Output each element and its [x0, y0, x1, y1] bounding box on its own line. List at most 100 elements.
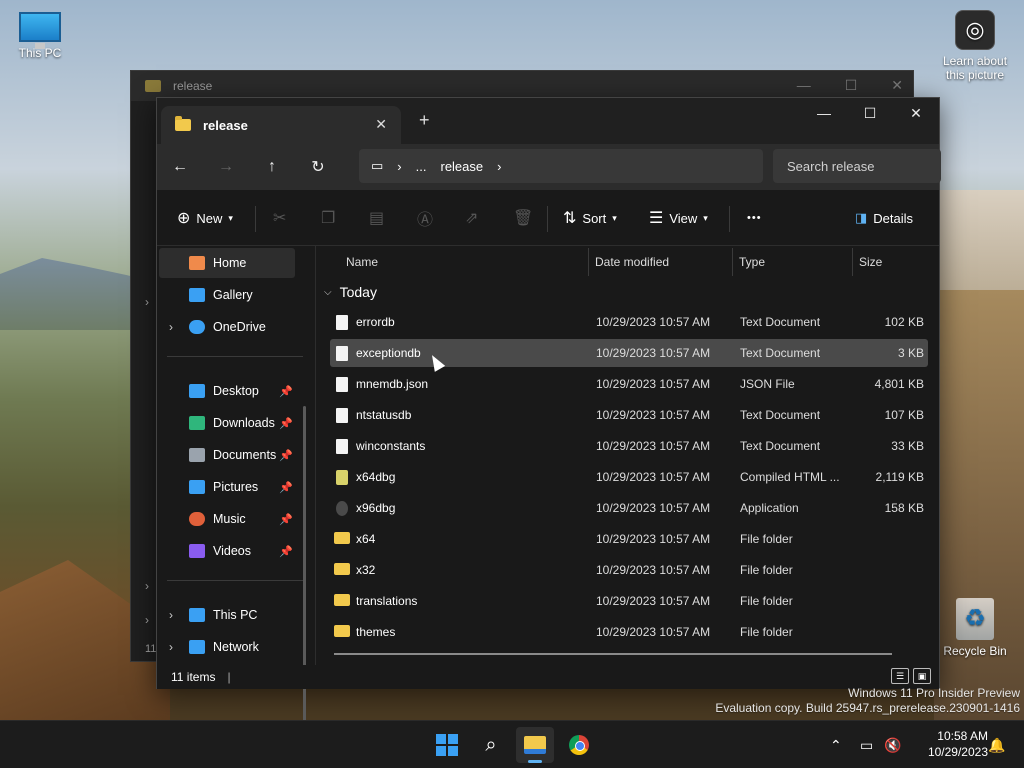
file-row[interactable]: x64dbg 10/29/2023 10:57 AM Compiled HTML .…	[330, 463, 928, 491]
back-button[interactable]: ←	[157, 158, 203, 176]
details-view-button[interactable]: ☰	[891, 668, 909, 684]
maximize-icon: ☐	[844, 77, 858, 93]
new-tab-button[interactable]: +	[419, 110, 430, 131]
sort-button[interactable]: ⇅ Sort ▾	[563, 190, 617, 246]
details-label: Details	[873, 210, 914, 226]
desktop-icon-label: Recycle Bin	[943, 644, 1007, 658]
sidebar-item-music[interactable]: Music 📌	[159, 504, 295, 534]
file-row[interactable]: x96dbg 10/29/2023 10:57 AM Application 158 …	[330, 494, 928, 522]
desktop-icon-this-pc[interactable]: This PC	[14, 10, 66, 60]
search-button[interactable]: ⌕	[472, 727, 510, 763]
search-input[interactable]: Search release	[773, 149, 941, 183]
file-row[interactable]: winconstants 10/29/2023 10:57 AM Text Docu…	[330, 432, 928, 460]
chevron-right-icon[interactable]: ›	[169, 320, 173, 334]
file-row[interactable]: x32 10/29/2023 10:57 AM File folder	[330, 556, 928, 584]
sidebar-scrollbar[interactable]	[303, 406, 306, 768]
pin-icon[interactable]: 📌	[279, 417, 293, 430]
address-bar[interactable]: ▭ › ... release ›	[359, 149, 763, 183]
file-date-modified: 10/29/2023 10:57 AM	[596, 346, 711, 360]
sidebar-item-this-pc[interactable]: › This PC	[159, 600, 295, 630]
tab-close-icon[interactable]: ✕	[375, 116, 387, 133]
file-row[interactable]: translations 10/29/2023 10:57 AM File fold…	[330, 587, 928, 615]
file-row[interactable]: exceptiondb 10/29/2023 10:57 AM Text Docum…	[330, 339, 928, 367]
sidebar-item-pictures[interactable]: Pictures 📌	[159, 472, 295, 502]
share-icon: ⇗	[465, 210, 479, 227]
network-status-button[interactable]: ▭	[860, 721, 873, 768]
file-date-modified: 10/29/2023 10:57 AM	[596, 625, 711, 639]
more-options-button[interactable]: •••	[747, 190, 762, 246]
file-explorer-window[interactable]: release ✕ + — ☐ ✕ ← → ↑ ↻ ▭ › ... releas…	[156, 97, 941, 768]
column-header-date-modified[interactable]: Date modified	[595, 246, 669, 278]
pin-icon[interactable]: 📌	[279, 385, 293, 398]
document-icon	[336, 439, 348, 454]
close-button[interactable]: ✕	[893, 98, 939, 128]
breadcrumb-overflow[interactable]: ...	[416, 159, 427, 174]
file-size: 107 KB	[884, 408, 924, 422]
share-button[interactable]: ⇗	[465, 190, 478, 246]
clock[interactable]: 10:58 AM 10/29/2023	[928, 728, 988, 760]
chevron-right-icon[interactable]: ›	[397, 159, 401, 174]
chrome-taskbar-button[interactable]	[560, 727, 598, 763]
file-row[interactable]: x64 10/29/2023 10:57 AM File folder	[330, 525, 928, 553]
group-header-today[interactable]: ⌵ Today	[324, 284, 377, 300]
tab-release[interactable]: release ✕	[161, 106, 401, 144]
refresh-button[interactable]: ↻	[295, 157, 341, 177]
column-divider[interactable]	[732, 248, 733, 276]
sidebar-item-label: This PC	[213, 608, 258, 622]
cut-button[interactable]: ✂	[273, 190, 286, 246]
document-icon	[336, 346, 348, 361]
new-button[interactable]: ⊕ New ▾	[177, 190, 233, 246]
column-header-size[interactable]: Size	[859, 246, 882, 278]
sidebar-item-network[interactable]: › Network	[159, 632, 295, 662]
up-button[interactable]: ↑	[249, 158, 295, 176]
document-icon	[336, 377, 348, 392]
file-date-modified: 10/29/2023 10:57 AM	[596, 377, 711, 391]
column-header-type[interactable]: Type	[739, 246, 765, 278]
column-divider[interactable]	[588, 248, 589, 276]
column-divider[interactable]	[852, 248, 853, 276]
pin-icon[interactable]: 📌	[279, 513, 293, 526]
sidebar-item-label: Gallery	[213, 288, 253, 302]
maximize-button[interactable]: ☐	[847, 98, 893, 128]
minimize-button[interactable]: —	[801, 98, 847, 128]
file-explorer-taskbar-button[interactable]	[516, 727, 554, 763]
details-pane-button[interactable]: ◨ Details	[855, 190, 913, 246]
notifications-button[interactable]: 🔔	[988, 721, 1005, 768]
column-header-name[interactable]: Name	[346, 246, 378, 278]
view-button[interactable]: ☰ View ▾	[649, 190, 708, 246]
start-button[interactable]	[428, 727, 466, 763]
file-row[interactable]: mnemdb.json 10/29/2023 10:57 AM JSON File 4…	[330, 370, 928, 398]
delete-button[interactable]: 🗑	[513, 190, 533, 246]
sidebar-item-gallery[interactable]: Gallery	[159, 280, 295, 310]
file-row[interactable]: errordb 10/29/2023 10:57 AM Text Document 1…	[330, 308, 928, 336]
status-divider: |	[227, 670, 231, 684]
volume-button[interactable]: 🔇	[884, 721, 901, 768]
paste-button[interactable]: ▤	[369, 190, 384, 246]
file-row[interactable]: themes 10/29/2023 10:57 AM File folder	[330, 618, 928, 646]
chevron-right-icon[interactable]: ›	[497, 159, 501, 174]
divider	[729, 206, 730, 232]
desktop-icon-learn-about-picture[interactable]: ◎ Learn about this picture	[936, 10, 1014, 82]
pin-icon[interactable]: 📌	[279, 545, 293, 558]
pin-icon[interactable]: 📌	[279, 481, 293, 494]
chevron-right-icon[interactable]: ›	[169, 608, 173, 622]
breadcrumb-release[interactable]: release	[440, 159, 483, 174]
copy-button[interactable]: ❐	[321, 190, 335, 246]
show-hidden-icons-button[interactable]: ⌃	[830, 721, 842, 768]
rename-button[interactable]: Ⓐ	[417, 190, 433, 246]
pin-icon[interactable]: 📌	[279, 449, 293, 462]
file-row[interactable]: ntstatusdb 10/29/2023 10:57 AM Text Docume…	[330, 401, 928, 429]
sidebar-item-onedrive[interactable]: › OneDrive	[159, 312, 295, 342]
desktop-icon-recycle-bin[interactable]: ♻ Recycle Bin	[940, 598, 1010, 658]
sidebar-item-videos[interactable]: Videos 📌	[159, 536, 295, 566]
sidebar-item-downloads[interactable]: Downloads 📌	[159, 408, 295, 438]
chevron-right-icon[interactable]: ›	[169, 640, 173, 654]
sidebar-item-documents[interactable]: Documents 📌	[159, 440, 295, 470]
tab-title: release	[203, 117, 248, 133]
file-size: 102 KB	[884, 315, 924, 329]
horizontal-scrollbar[interactable]	[334, 653, 892, 655]
sidebar-item-desktop[interactable]: Desktop 📌	[159, 376, 295, 406]
sidebar-item-home[interactable]: Home	[159, 248, 295, 278]
forward-button[interactable]: →	[203, 158, 249, 176]
tiles-view-button[interactable]: ▣	[913, 668, 931, 684]
